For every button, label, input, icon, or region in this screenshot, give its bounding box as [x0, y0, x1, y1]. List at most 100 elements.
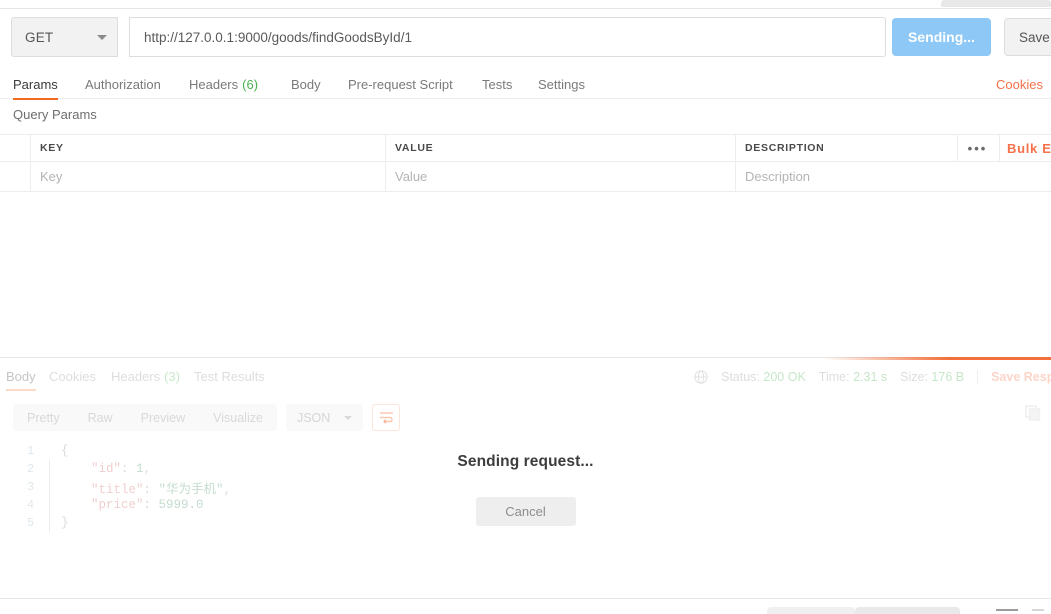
size-badge: Size: 176 B — [900, 370, 964, 384]
response-tab-headers-label: Headers — [111, 369, 161, 384]
bulk-edit-button[interactable]: Bulk Edit — [999, 135, 1051, 162]
response-meta-bar: Status: 200 OK Time: 2.31 s Size: 176 B … — [694, 368, 1051, 386]
tab-body-label: Body — [291, 77, 321, 92]
save-response-button[interactable]: Save Response — [991, 370, 1051, 384]
code-line: 3 "title": "华为手机", — [0, 478, 1051, 497]
format-segmented-control: Pretty Raw Preview Visualize — [13, 404, 277, 431]
query-params-title: Query Params — [13, 107, 97, 122]
save-button[interactable]: Save — [1004, 18, 1051, 56]
http-method-select[interactable]: GET — [11, 17, 118, 57]
chevron-down-icon — [97, 34, 107, 40]
response-tab-cookies-label: Cookies — [49, 369, 96, 384]
time-value: 2.31 s — [853, 370, 888, 384]
send-button[interactable]: Sending... — [892, 18, 991, 56]
status-bar — [0, 598, 1051, 614]
response-tab-test-results[interactable]: Test Results — [194, 364, 265, 389]
status-bar-chip-right — [855, 607, 960, 614]
line-number: 2 — [27, 462, 34, 476]
copy-to-clipboard-button[interactable] — [1025, 405, 1041, 421]
tab-settings-label: Settings — [538, 77, 585, 92]
status-label: Status: — [721, 370, 760, 384]
request-tab-bar: Params Authorization Headers (6) Body Pr… — [0, 70, 1051, 100]
size-label: Size: — [900, 370, 928, 384]
response-tab-headers[interactable]: Headers (3) — [111, 364, 180, 389]
time-label: Time: — [818, 370, 850, 384]
time-badge: Time: 2.31 s — [819, 370, 887, 384]
tab-pre-request-script-label: Pre-request Script — [348, 77, 453, 92]
query-params-table: KEY VALUE DESCRIPTION ••• Bulk Edit Key … — [0, 134, 1051, 192]
tab-settings[interactable]: Settings — [538, 70, 585, 99]
status-bar-indicator — [1032, 609, 1044, 611]
code-fold-rail — [45, 442, 55, 460]
code-text: "id": 1, — [61, 462, 152, 476]
tab-headers[interactable]: Headers (6) — [189, 70, 258, 99]
row-checkbox-cell[interactable] — [0, 162, 31, 191]
url-value: http://127.0.0.1:9000/goods/findGoodsByI… — [144, 29, 412, 45]
language-label: JSON — [296, 410, 331, 425]
param-value-input[interactable]: Value — [386, 162, 736, 191]
loading-progress-bar — [824, 357, 1051, 360]
http-method-label: GET — [25, 29, 54, 45]
size-value: 176 B — [931, 370, 965, 384]
line-number: 4 — [27, 498, 34, 512]
format-pretty-button[interactable]: Pretty — [13, 404, 74, 431]
tab-tests-label: Tests — [482, 77, 513, 92]
wrap-lines-icon — [379, 412, 393, 424]
line-number: 1 — [27, 444, 34, 458]
tab-authorization-label: Authorization — [85, 77, 161, 92]
chevron-down-icon — [344, 415, 353, 420]
param-key-input[interactable]: Key — [31, 162, 386, 191]
line-number: 5 — [27, 516, 34, 530]
status-badge: Status: 200 OK — [721, 370, 806, 384]
code-fold-rail — [45, 496, 55, 514]
format-preview-button[interactable]: Preview — [127, 404, 199, 431]
response-tab-cookies[interactable]: Cookies — [49, 364, 96, 389]
tab-params[interactable]: Params — [13, 70, 58, 100]
code-fold-rail — [45, 460, 55, 478]
code-text: { — [61, 444, 69, 458]
tab-params-label: Params — [13, 77, 58, 92]
globe-icon — [694, 370, 708, 384]
tab-headers-label: Headers — [189, 77, 239, 92]
code-line: 2 "id": 1, — [0, 460, 1051, 478]
code-text: "title": "华为手机", — [61, 482, 232, 497]
tab-body[interactable]: Body — [291, 70, 321, 99]
tab-headers-count: (6) — [242, 77, 259, 92]
response-format-toolbar: Pretty Raw Preview Visualize JSON — [13, 404, 401, 431]
url-input[interactable]: http://127.0.0.1:9000/goods/findGoodsByI… — [129, 17, 886, 57]
header-cell-key: KEY — [31, 135, 386, 161]
format-raw-button[interactable]: Raw — [74, 404, 127, 431]
response-tab-body[interactable]: Body — [6, 364, 36, 391]
cookies-link[interactable]: Cookies — [996, 70, 1043, 99]
response-body-code[interactable]: 1{2 "id": 1, 3 "title": "华为手机", 4 "price":… — [0, 442, 1051, 547]
code-line: 1{ — [0, 442, 1051, 460]
code-fold-rail — [45, 514, 55, 532]
copy-icon — [1025, 405, 1041, 421]
tab-tests[interactable]: Tests — [482, 70, 512, 99]
header-description-label: DESCRIPTION — [745, 142, 825, 154]
code-fold-rail — [45, 478, 55, 496]
param-description-input[interactable]: Description — [736, 162, 1051, 191]
window-top-edge — [0, 0, 1051, 9]
header-cell-description: DESCRIPTION ••• Bulk Edit — [736, 135, 1051, 162]
code-text: } — [61, 516, 69, 530]
response-tab-test-results-label: Test Results — [194, 369, 265, 384]
more-options-icon[interactable]: ••• — [957, 135, 997, 162]
status-bar-chip-left — [767, 607, 855, 614]
response-tab-headers-count: (3) — [164, 369, 181, 384]
code-text: "price": 5999.0 — [61, 498, 204, 512]
tab-authorization[interactable]: Authorization — [85, 70, 161, 99]
postman-window: GET http://127.0.0.1:9000/goods/findGood… — [0, 0, 1051, 614]
url-bar: GET http://127.0.0.1:9000/goods/findGood… — [11, 17, 1051, 57]
header-cell-value: VALUE — [386, 135, 736, 161]
cancel-request-button[interactable]: Cancel — [475, 497, 576, 526]
language-select[interactable]: JSON — [285, 404, 364, 431]
format-visualize-button[interactable]: Visualize — [199, 404, 277, 431]
status-bar-slider[interactable] — [996, 609, 1018, 611]
status-value: 200 OK — [763, 370, 806, 384]
table-row: Key Value Description — [0, 162, 1051, 192]
tab-pre-request-script[interactable]: Pre-request Script — [348, 70, 453, 99]
partial-tab-chip — [941, 0, 1051, 7]
wrap-lines-button[interactable] — [372, 404, 401, 431]
table-header-row: KEY VALUE DESCRIPTION ••• Bulk Edit — [0, 134, 1051, 162]
